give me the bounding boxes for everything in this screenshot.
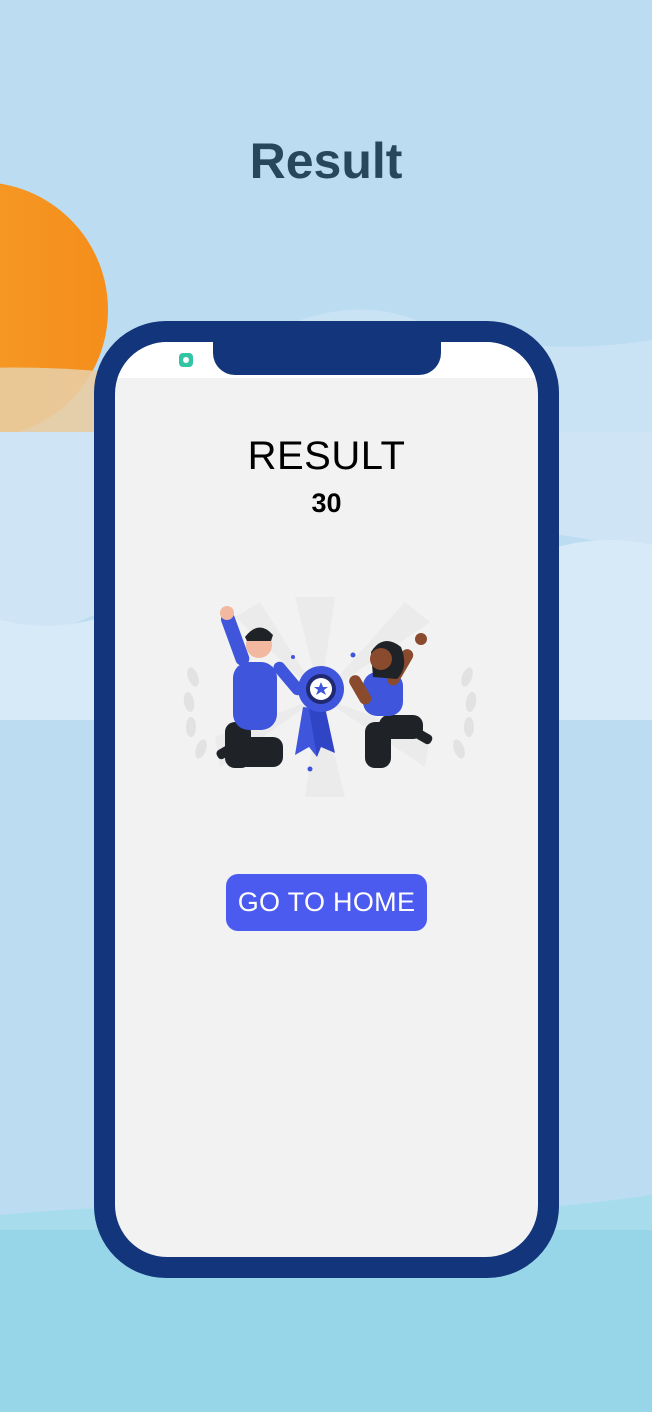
result-heading: RESULT [247, 434, 406, 478]
page-title: Result [249, 133, 403, 189]
phone-screen: RESULT 30 GO TO HOME [115, 342, 538, 1257]
result-score: 30 [311, 488, 342, 518]
phone-notch [213, 342, 441, 375]
winners-illustration [183, 597, 477, 797]
go-to-home-button[interactable]: GO TO HOME [226, 874, 427, 931]
app-badge-icon [179, 353, 193, 367]
phone-frame: RESULT 30 GO TO HOME [94, 321, 559, 1278]
